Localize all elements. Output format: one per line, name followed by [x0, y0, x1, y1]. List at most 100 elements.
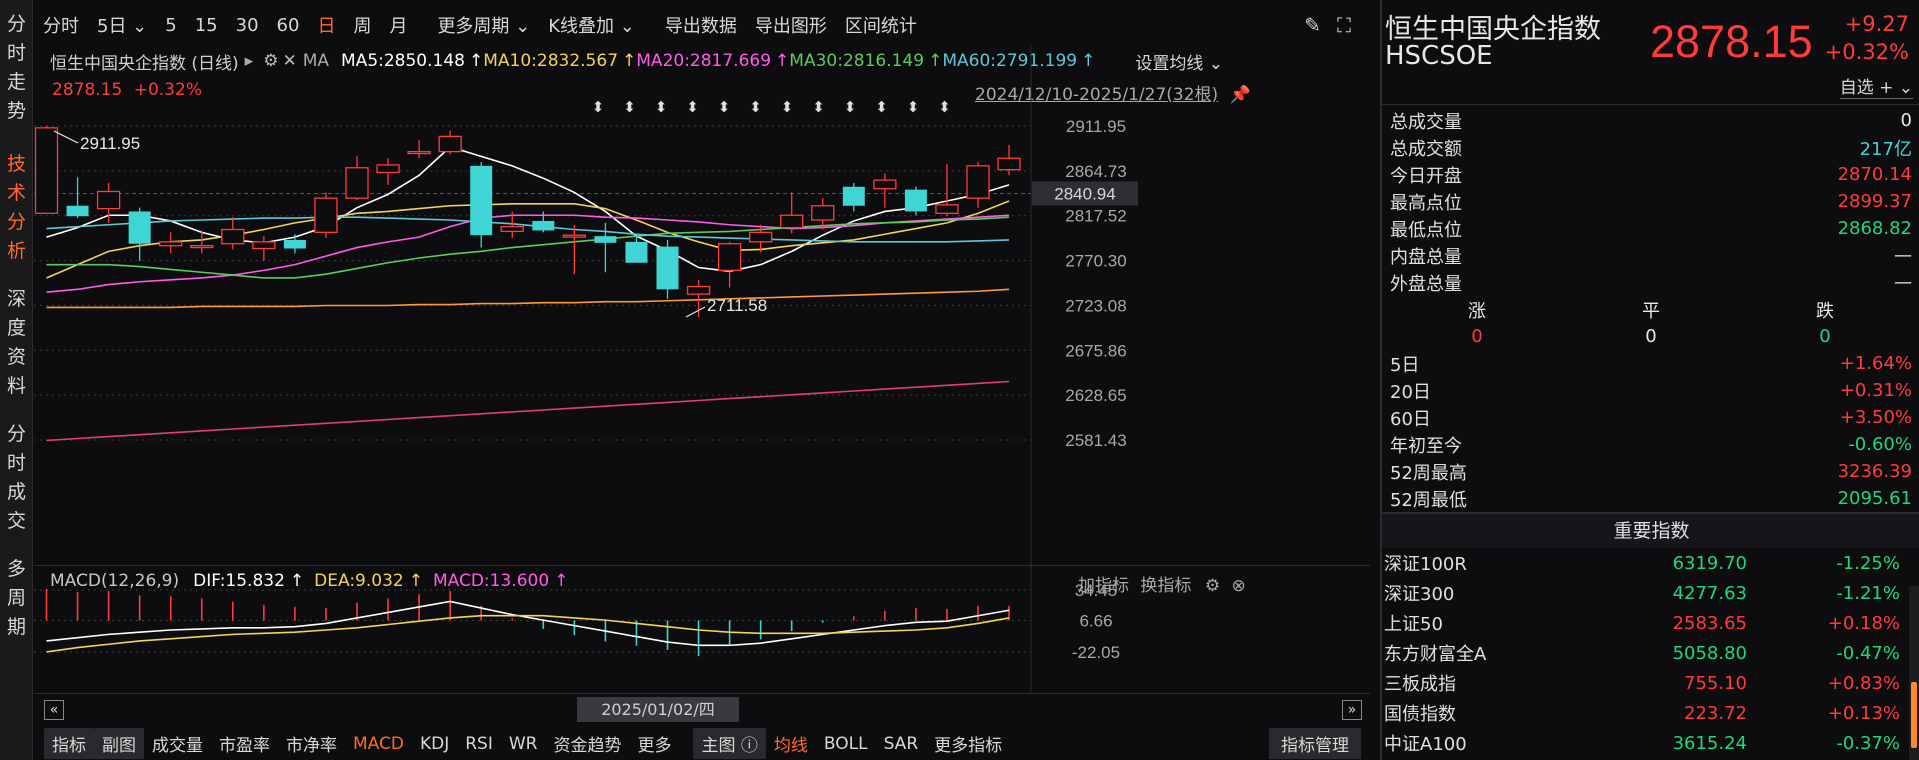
indices-scrollbar[interactable]: [1909, 586, 1919, 760]
nav-char: 度: [6, 317, 26, 339]
event-marker-icon: ⬍: [686, 98, 699, 116]
y-tick-label: 2864.73: [1065, 162, 1126, 181]
period-tab-1[interactable]: 5日 ⌄: [88, 12, 156, 38]
period-tab-0[interactable]: 分时: [34, 12, 88, 38]
event-marker-icon: ⬍: [592, 98, 605, 116]
down-label: 跌: [1816, 300, 1834, 322]
candle: [376, 158, 400, 185]
main-indicator-3[interactable]: SAR: [876, 731, 927, 757]
candle-body-down: [656, 246, 679, 290]
indicator-close-icon[interactable]: ⊗: [1231, 576, 1245, 596]
nav-item-profile[interactable]: 深度资料: [0, 285, 33, 401]
sub-indicator-6[interactable]: KDJ: [412, 731, 457, 757]
sub-indicator-4[interactable]: 市净率: [278, 728, 345, 759]
switch-indicator-button[interactable]: 换指标: [1140, 576, 1191, 596]
scroll-left-button[interactable]: «: [44, 700, 64, 720]
sub-indicator-10[interactable]: 更多: [629, 728, 679, 759]
timeline-bar: « 2025/01/02/四 »: [34, 693, 1370, 723]
stat-value: 217亿: [1859, 138, 1912, 160]
macd-label: MACD(12,26,9): [50, 571, 180, 591]
perf-value: 3236.39: [1837, 461, 1912, 482]
sub-indicator-5[interactable]: MACD: [345, 731, 412, 757]
nav-char: 技: [6, 153, 26, 175]
index-row[interactable]: 中证A100 3615.24 -0.37%: [1382, 728, 1919, 758]
event-marker-icon: ⬍: [907, 98, 920, 116]
macd-info-line: MACD(12,26,9) DIF:15.832 ↑ DEA:9.032 ↑ M…: [50, 571, 568, 591]
index-value-cell: 2583.65: [1672, 612, 1747, 634]
period-tab-2[interactable]: 5: [156, 15, 185, 36]
sub-indicator-1[interactable]: 副图: [94, 728, 144, 759]
index-value-cell: 5058.80: [1672, 642, 1747, 664]
candle-body-down: [66, 205, 89, 217]
candle-body-up: [780, 214, 804, 229]
nav-item-trades[interactable]: 分时成交: [0, 420, 33, 536]
perf-row: 20日 +0.31%: [1390, 377, 1912, 404]
stat-label: 最高点位: [1390, 192, 1462, 214]
period-tab-4[interactable]: 30: [227, 15, 268, 36]
flat-count: 0: [1645, 326, 1657, 347]
sub-indicator-0[interactable]: 指标: [44, 728, 94, 759]
index-row[interactable]: 深证300 4277.63 -1.21%: [1382, 578, 1919, 608]
index-pct-cell: -0.37%: [1836, 732, 1900, 754]
perf-row: 52周最高 3236.39: [1390, 458, 1912, 485]
candle-body-down: [470, 165, 493, 236]
nav-item-technical[interactable]: 技术分析: [0, 150, 33, 266]
period-tab-7[interactable]: 周: [344, 12, 380, 38]
main-indicator-0[interactable]: 主图 ⓘ: [693, 728, 766, 759]
candle-body-up: [159, 241, 183, 247]
candle: [128, 207, 151, 261]
low-annotation: 2711.58: [707, 296, 767, 315]
candle: [96, 182, 121, 223]
period-tab-13[interactable]: 区间统计: [836, 12, 926, 38]
period-tab-6[interactable]: 日: [308, 12, 344, 38]
quote-panel: 恒生中国央企指数 HSCSOE 2878.15 +9.27 +0.32% 自选 …: [1380, 0, 1919, 760]
sub-indicator-9[interactable]: 资金趋势: [545, 728, 629, 759]
kline-chart[interactable]: 2911.95 2864.73 2817.52 2770.30 2723.08 2675.…: [34, 45, 1370, 570]
event-marker-icon: ⬍: [749, 98, 762, 116]
sub-indicator-8[interactable]: WR: [501, 731, 546, 757]
period-tab-8[interactable]: 月: [380, 12, 416, 38]
ma-line-ma120: [46, 288, 1010, 309]
period-tab-9[interactable]: 更多周期 ⌄: [428, 12, 539, 38]
sub-indicator-2[interactable]: 成交量: [144, 728, 211, 759]
nav-item-intraday[interactable]: 分时走势: [0, 10, 33, 126]
candle-body-up: [562, 234, 586, 238]
candle-body-up: [749, 231, 773, 243]
draw-brush-icon[interactable]: ✎: [1304, 13, 1321, 37]
y-tick-label: 2581.43: [1065, 431, 1126, 450]
current-price: 2878.15: [1650, 16, 1813, 67]
index-row[interactable]: 国债指数 223.72 +0.13%: [1382, 698, 1919, 728]
sub-indicator-7[interactable]: RSI: [457, 731, 501, 757]
index-row[interactable]: 深证100R 6319.70 -1.25%: [1382, 548, 1919, 578]
fullscreen-icon[interactable]: ⛶: [1337, 13, 1351, 37]
updown-counts: 涨 平 跌 0 0 0: [1390, 296, 1912, 350]
period-tab-11[interactable]: 导出数据: [656, 12, 746, 38]
main-indicator-1[interactable]: 均线: [766, 728, 816, 759]
scroll-right-button[interactable]: »: [1342, 700, 1362, 720]
sub-indicator-3[interactable]: 市盈率: [211, 728, 278, 759]
main-indicator-4[interactable]: 更多指标: [926, 728, 1010, 759]
period-tab-5[interactable]: 60: [268, 15, 309, 36]
add-indicator-button[interactable]: 加指标: [1078, 576, 1129, 596]
add-favorite-button[interactable]: 自选 + ⌄: [1839, 73, 1913, 99]
index-row[interactable]: 上证50 2583.65 +0.18%: [1382, 608, 1919, 638]
nav-item-multi-period[interactable]: 多周期: [0, 555, 33, 642]
event-marker-icon: ⬍: [875, 98, 888, 116]
index-code: HSCSOE: [1385, 41, 1493, 71]
y-tick-label: 2911.95: [1066, 117, 1126, 136]
ma-line-ma5: [46, 145, 1010, 273]
up-label: 涨: [1468, 300, 1486, 322]
indicator-manage-button[interactable]: 指标管理: [1269, 728, 1361, 759]
main-indicator-2[interactable]: BOLL: [816, 731, 876, 757]
perf-label: 年初至今: [1390, 435, 1462, 457]
period-tab-12[interactable]: 导出图形: [746, 12, 836, 38]
indicator-settings-icon[interactable]: ⚙: [1205, 576, 1220, 596]
dea-value: DEA:9.032: [314, 571, 404, 591]
macd-dea-line: [46, 614, 1010, 653]
period-tab-10[interactable]: K线叠加 ⌄: [539, 12, 644, 38]
period-tab-3[interactable]: 15: [186, 15, 227, 36]
event-marker-icon: ⬍: [938, 98, 951, 116]
index-row[interactable]: 东方财富全A 5058.80 -0.47%: [1382, 638, 1919, 668]
indices-scrollbar-thumb[interactable]: [1911, 682, 1917, 748]
index-row[interactable]: 三板成指 755.10 +0.83%: [1382, 668, 1919, 698]
